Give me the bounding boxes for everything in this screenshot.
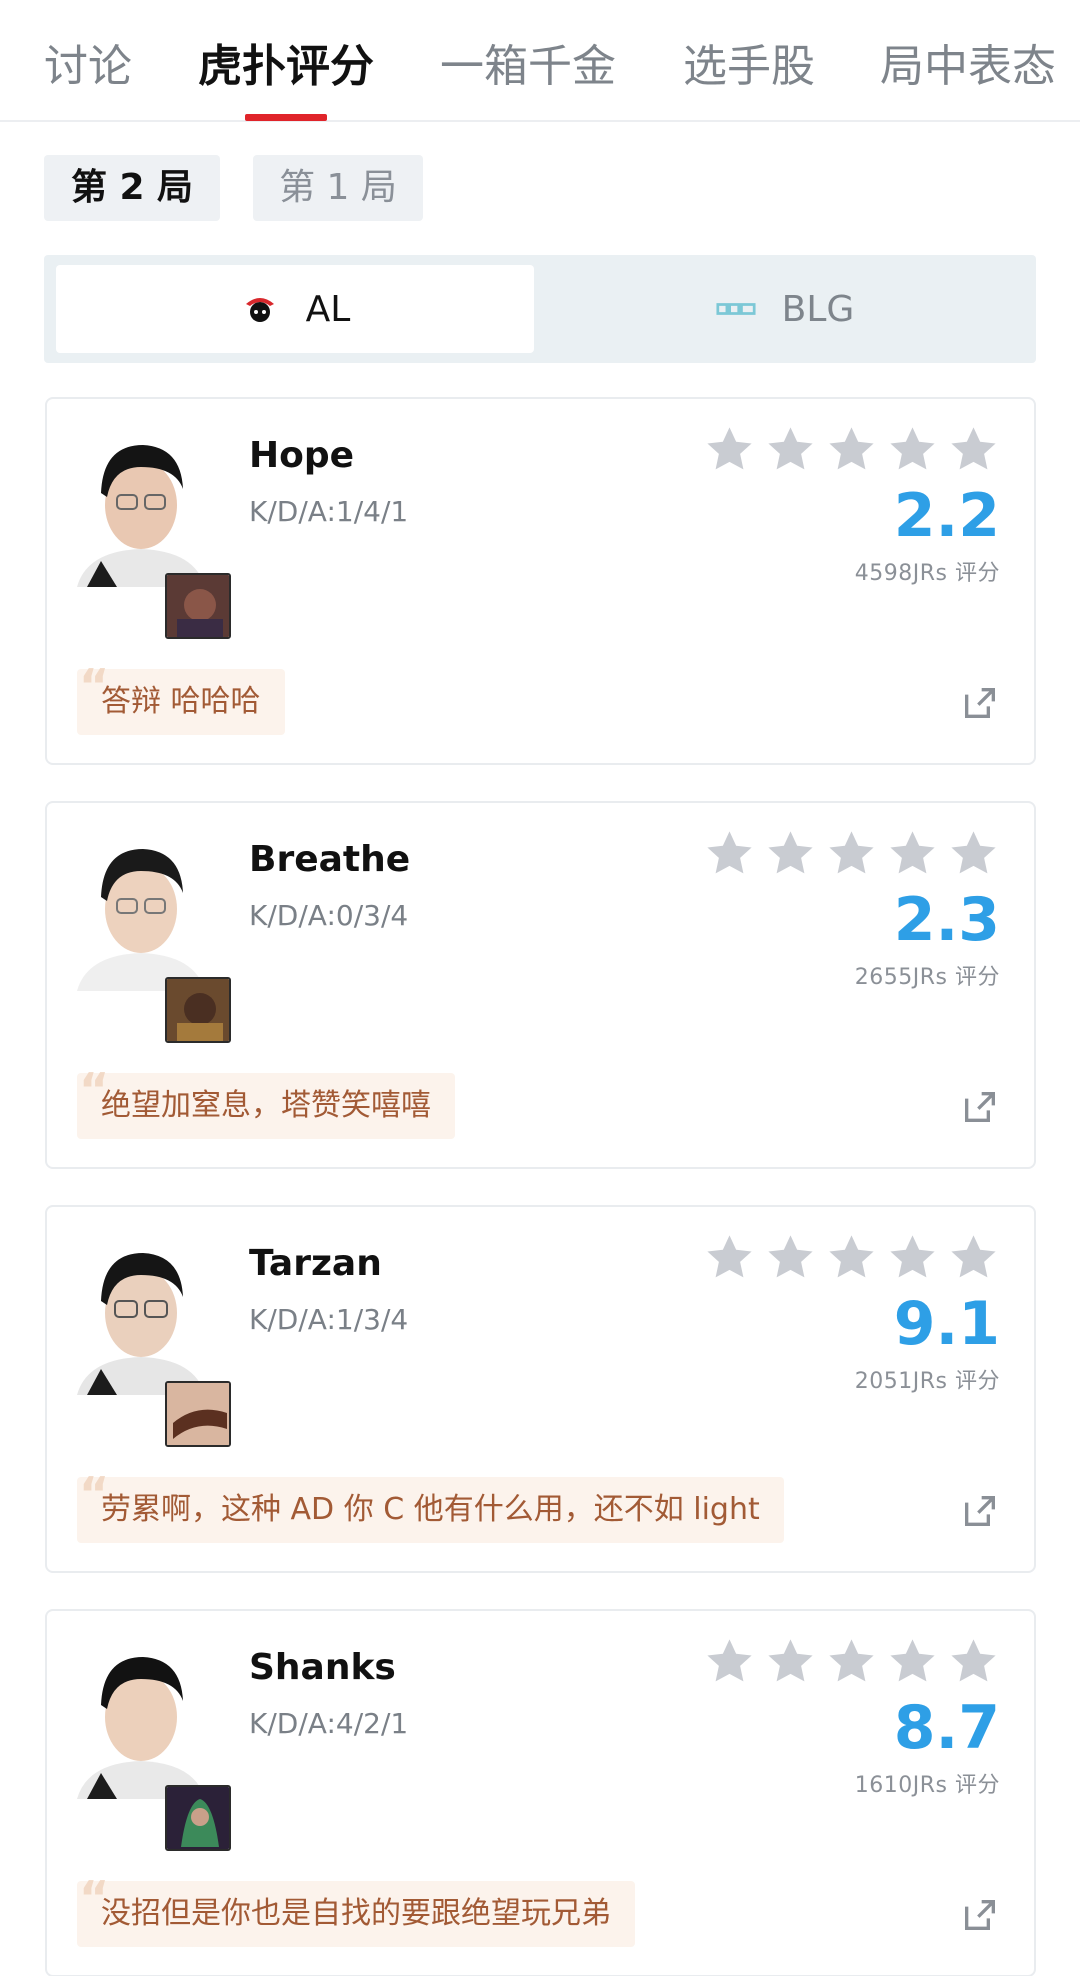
quote-icon: “ [79, 659, 110, 713]
star-icon[interactable] [947, 1231, 1000, 1284]
top-comment[interactable]: “ 劳累啊，这种 AD 你 C 他有什么用，还不如 light [77, 1471, 784, 1543]
player-name: Tarzan [249, 1243, 382, 1284]
share-icon[interactable] [960, 1491, 1000, 1531]
player-score: 9.1 [893, 1289, 1000, 1359]
tab-in-game-stance[interactable]: 局中表态 [880, 32, 1056, 102]
quote-icon: “ [79, 1467, 110, 1521]
top-comment[interactable]: “ 没招但是你也是自找的要跟绝望玩兄弟 [77, 1875, 635, 1947]
rating-stars[interactable] [703, 1231, 1000, 1284]
vote-count: 1610JRs 评分 [854, 1773, 1000, 1798]
star-icon[interactable] [886, 1231, 939, 1284]
al-logo-icon [245, 298, 274, 322]
player-avatar [77, 835, 205, 991]
star-icon[interactable] [947, 1635, 1000, 1688]
star-icon[interactable] [703, 827, 756, 880]
star-icon[interactable] [825, 423, 878, 476]
player-name: Hope [249, 435, 355, 476]
star-icon[interactable] [764, 1635, 817, 1688]
player-avatar [77, 431, 205, 587]
champion-icon [165, 1381, 231, 1447]
player-kda: K/D/A:1/3/4 [249, 1303, 409, 1336]
team-switch: AL BLG [44, 255, 1036, 363]
player-kda: K/D/A:0/3/4 [249, 899, 409, 932]
share-icon[interactable] [960, 1087, 1000, 1127]
star-icon[interactable] [825, 1635, 878, 1688]
tab-box-gold[interactable]: 一箱千金 [440, 32, 616, 102]
player-card[interactable]: Shanks K/D/A:4/2/1 8.7 1610JRs 评分 “ 没招但是… [45, 1609, 1036, 1976]
team-blg-name: BLG [781, 288, 855, 330]
tab-discussion[interactable]: 讨论 [44, 32, 132, 102]
star-icon[interactable] [825, 827, 878, 880]
player-avatar [77, 1239, 205, 1395]
vote-count: 2655JRs 评分 [854, 965, 1000, 990]
star-icon[interactable] [886, 423, 939, 476]
star-icon[interactable] [764, 423, 817, 476]
active-tab-underline [245, 114, 327, 121]
star-icon[interactable] [886, 827, 939, 880]
vote-count: 4598JRs 评分 [854, 561, 1000, 586]
tab-hupu-rating[interactable]: 虎扑评分 [198, 32, 374, 102]
player-name: Breathe [249, 839, 411, 880]
player-score: 8.7 [893, 1693, 1000, 1763]
player-score: 2.3 [893, 885, 1000, 955]
rating-stars[interactable] [703, 423, 1000, 476]
top-comment[interactable]: “ 答辩 哈哈哈 [77, 663, 285, 735]
tab-player-stock[interactable]: 选手股 [683, 32, 815, 102]
star-icon[interactable] [703, 1231, 756, 1284]
star-icon[interactable] [886, 1635, 939, 1688]
player-card[interactable]: Tarzan K/D/A:1/3/4 9.1 2051JRs 评分 “ 劳累啊，… [45, 1205, 1036, 1573]
player-name: Shanks [249, 1647, 396, 1688]
share-icon[interactable] [960, 1895, 1000, 1935]
team-al-name: AL [305, 288, 351, 330]
comment-text: 没招但是你也是自找的要跟绝望玩兄弟 [101, 1896, 611, 1931]
quote-icon: “ [79, 1871, 110, 1925]
star-icon[interactable] [764, 1231, 817, 1284]
app-screen: 讨论 虎扑评分 一箱千金 选手股 局中表态 第 2 局 第 1 局 AL BLG [0, 0, 1080, 1976]
star-icon[interactable] [947, 827, 1000, 880]
champion-icon [165, 573, 231, 639]
player-avatar [77, 1643, 205, 1799]
player-card[interactable]: Hope K/D/A:1/4/1 2.2 4598JRs 评分 “ 答辩 哈哈哈 [45, 397, 1036, 765]
blg-logo-icon [716, 303, 756, 315]
rating-stars[interactable] [703, 1635, 1000, 1688]
top-tab-bar: 讨论 虎扑评分 一箱千金 选手股 局中表态 [0, 0, 1080, 122]
star-icon[interactable] [703, 423, 756, 476]
game-1-button[interactable]: 第 1 局 [253, 155, 423, 221]
quote-icon: “ [79, 1063, 110, 1117]
comment-text: 劳累啊，这种 AD 你 C 他有什么用，还不如 light [101, 1492, 760, 1527]
share-icon[interactable] [960, 683, 1000, 723]
player-card[interactable]: Breathe K/D/A:0/3/4 2.3 2655JRs 评分 “ 绝望加… [45, 801, 1036, 1169]
rating-stars[interactable] [703, 827, 1000, 880]
team-al-button[interactable]: AL [56, 265, 534, 353]
champion-icon [165, 1785, 231, 1851]
star-icon[interactable] [703, 1635, 756, 1688]
game-2-button[interactable]: 第 2 局 [44, 155, 220, 221]
comment-text: 答辩 哈哈哈 [101, 684, 261, 719]
star-icon[interactable] [764, 827, 817, 880]
champion-icon [165, 977, 231, 1043]
player-kda: K/D/A:1/4/1 [249, 495, 409, 528]
player-kda: K/D/A:4/2/1 [249, 1707, 409, 1740]
top-comment[interactable]: “ 绝望加窒息，塔赞笑嘻嘻 [77, 1067, 455, 1139]
player-score: 2.2 [893, 481, 1000, 551]
star-icon[interactable] [947, 423, 1000, 476]
star-icon[interactable] [825, 1231, 878, 1284]
comment-text: 绝望加窒息，塔赞笑嘻嘻 [101, 1088, 431, 1123]
team-blg-button[interactable]: BLG [546, 265, 1024, 353]
vote-count: 2051JRs 评分 [854, 1369, 1000, 1394]
